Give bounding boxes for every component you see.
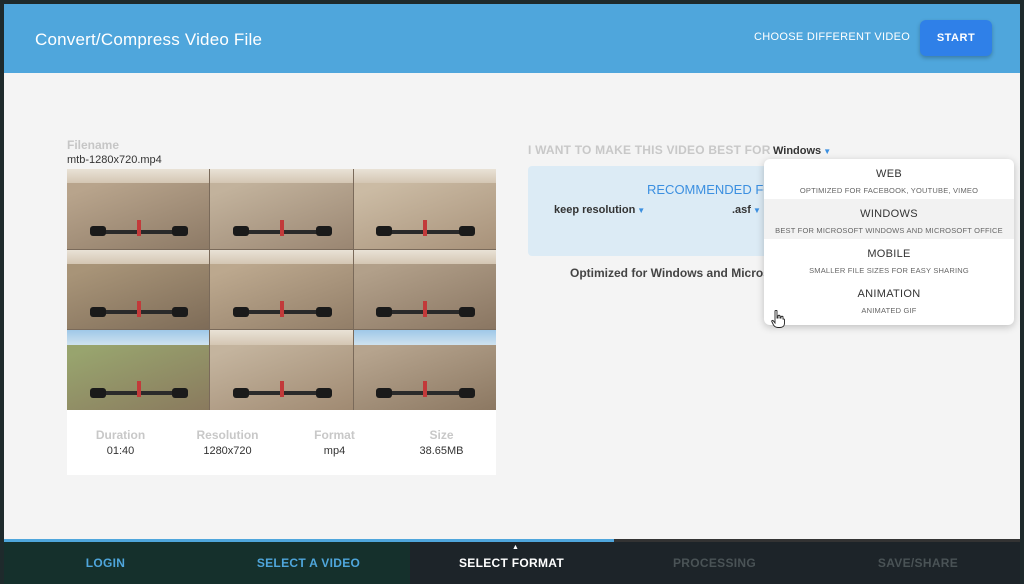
page-title: Convert/Compress Video File [35, 30, 263, 49]
video-thumbnail [67, 249, 210, 330]
info-value: 01:40 [106, 445, 135, 457]
video-thumbnail [353, 249, 496, 330]
best-for-select[interactable]: Windows ▼ [773, 145, 831, 157]
video-thumbnail [210, 169, 353, 249]
filename-value: mtb-1280x720.mp4 [67, 154, 162, 166]
main-panel: Filename mtb-1280x720.mp4 Duration 01:40… [4, 73, 1020, 539]
step-navigation: LOGIN SELECT A VIDEO SELECT FORMAT PROCE… [4, 542, 1020, 584]
video-thumbnail [67, 169, 210, 249]
header: Convert/Compress Video File CHOOSE DIFFE… [4, 4, 1020, 73]
dropdown-item-subtitle: SMALLER FILE SIZES FOR EASY SHARING [809, 266, 969, 275]
resolution-value: keep resolution [554, 204, 636, 216]
info-label: Size [429, 428, 454, 442]
info-duration: Duration 01:40 [67, 428, 174, 457]
step-processing[interactable]: PROCESSING [613, 542, 816, 584]
info-format: Format mp4 [281, 428, 388, 457]
video-thumbnail [67, 330, 210, 410]
dropdown-item-windows[interactable]: WINDOWS BEST FOR MICROSOFT WINDOWS AND M… [764, 199, 1014, 239]
video-thumbnail-grid [67, 169, 496, 410]
optimized-description: Optimized for Windows and Microsoft Offi… [570, 266, 770, 280]
info-value: mp4 [323, 445, 346, 457]
info-resolution: Resolution 1280x720 [174, 428, 281, 457]
dropdown-item-title: WEB [876, 168, 902, 180]
video-thumbnail [210, 249, 353, 330]
best-for-label: I WANT TO MAKE THIS VIDEO BEST FOR [528, 143, 771, 157]
step-login[interactable]: LOGIN [4, 542, 207, 584]
dropdown-item-subtitle: ANIMATED GIF [861, 306, 917, 315]
dropdown-item-animation[interactable]: ANIMATION ANIMATED GIF [764, 279, 1014, 319]
app-window: Convert/Compress Video File CHOOSE DIFFE… [0, 0, 1024, 584]
video-thumbnail [353, 330, 496, 410]
info-value: 38.65MB [419, 445, 464, 457]
info-size: Size 38.65MB [388, 428, 495, 457]
caret-down-icon: ▼ [752, 206, 761, 215]
caret-up-icon: ▲ [512, 544, 519, 551]
best-for-value: Windows [773, 145, 822, 157]
caret-down-icon: ▼ [823, 147, 832, 156]
resolution-select[interactable]: keep resolution ▼ [554, 204, 645, 216]
video-thumbnail [210, 330, 353, 410]
caret-down-icon: ▼ [637, 206, 646, 215]
video-info-card: Duration 01:40 Resolution 1280x720 Forma… [67, 410, 496, 475]
hand-pointer-icon [771, 310, 785, 328]
best-for-dropdown-menu: WEB OPTIMIZED FOR FACEBOOK, YOUTUBE, VIM… [764, 159, 1014, 325]
step-save-share[interactable]: SAVE/SHARE [816, 542, 1020, 584]
info-label: Duration [95, 428, 146, 442]
filename-label: Filename [67, 138, 120, 152]
dropdown-item-subtitle: OPTIMIZED FOR FACEBOOK, YOUTUBE, VIMEO [799, 186, 979, 195]
dropdown-item-title: MOBILE [867, 248, 911, 260]
format-value: .asf [732, 204, 751, 216]
format-select[interactable]: .asf ▼ [732, 204, 761, 216]
video-thumbnail [353, 169, 496, 249]
dropdown-item-title: ANIMATION [857, 288, 921, 300]
recommended-title: RECOMMENDED FOR [647, 182, 778, 197]
start-button[interactable]: START [920, 20, 992, 56]
choose-different-video-button[interactable]: CHOOSE DIFFERENT VIDEO [754, 31, 910, 43]
info-label: Resolution [196, 428, 259, 442]
recommended-settings-box: RECOMMENDED FOR keep resolution ▼ .asf ▼ [528, 166, 778, 256]
dropdown-item-web[interactable]: WEB OPTIMIZED FOR FACEBOOK, YOUTUBE, VIM… [764, 159, 1014, 199]
info-value: 1280x720 [203, 445, 252, 457]
dropdown-item-mobile[interactable]: MOBILE SMALLER FILE SIZES FOR EASY SHARI… [764, 239, 1014, 279]
dropdown-item-title: WINDOWS [860, 208, 918, 220]
step-select-video[interactable]: SELECT A VIDEO [207, 542, 410, 584]
info-label: Format [314, 428, 355, 442]
dropdown-item-subtitle: BEST FOR MICROSOFT WINDOWS AND MICROSOFT… [775, 226, 1003, 235]
